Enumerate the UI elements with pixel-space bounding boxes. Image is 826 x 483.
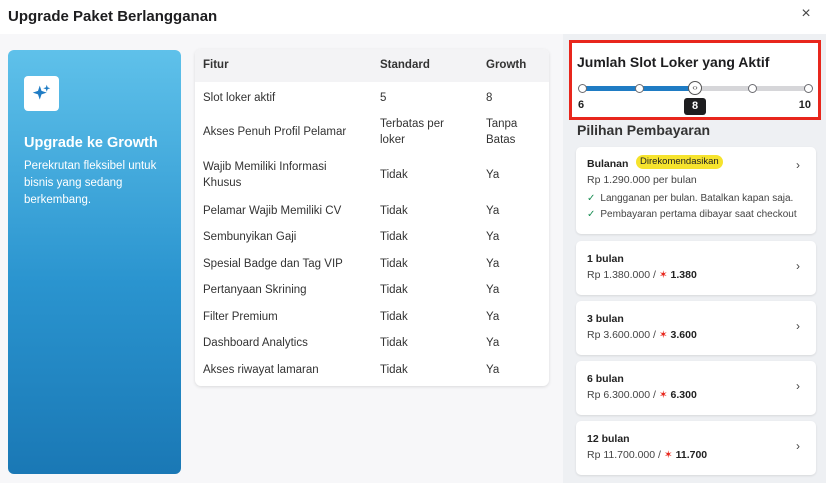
plan-name: 6 bulan <box>587 373 624 385</box>
slider-step-dot[interactable] <box>804 84 813 93</box>
star-icon: ✶ <box>658 389 668 401</box>
feature-name: Sembunyikan Gaji <box>203 231 297 243</box>
slider-value-label: 8 <box>684 98 706 115</box>
slot-slider-title: Jumlah Slot Loker yang Aktif <box>577 54 770 70</box>
feature-comparison-table: Fitur Standard Growth Slot loker aktif 5… <box>195 49 549 386</box>
plan-option-3-month[interactable]: 3 bulan Rp 3.600.000 / ✶ 3.600 › <box>576 301 816 355</box>
plan-price-text: Rp 3.600.000 / <box>587 329 656 341</box>
standard-value: Tidak <box>380 231 408 243</box>
standard-value: Tidak <box>380 337 408 349</box>
growth-value: Ya <box>486 169 500 181</box>
growth-value: Ya <box>486 205 500 217</box>
promo-title: Upgrade ke Growth <box>24 135 158 151</box>
recommended-badge: Direkomendasikan <box>636 155 723 169</box>
feature-name: Akses Penuh Profil Pelamar <box>203 126 347 138</box>
plan-name: 3 bulan <box>587 313 624 325</box>
chevron-right-icon: › <box>796 379 800 393</box>
modal-header: Upgrade Paket Berlangganan × <box>0 0 826 34</box>
growth-value: Ya <box>486 258 500 270</box>
check-icon: ✓ <box>587 209 596 220</box>
plan-price: Rp 11.700.000 / ✶ 11.700 <box>587 449 707 461</box>
standard-value: Tidak <box>380 205 408 217</box>
header-standard: Standard <box>380 59 430 71</box>
plan-price: Rp 3.600.000 / ✶ 3.600 <box>587 329 697 341</box>
feature-name: Spesial Badge dan Tag VIP <box>203 258 343 270</box>
standard-value: Tidak <box>380 258 408 270</box>
growth-value: Ya <box>486 337 500 349</box>
growth-value: Ya <box>486 364 500 376</box>
payment-options-title: Pilihan Pembayaran <box>577 122 711 138</box>
feature-name: Wajib Memiliki Informasi Khusus <box>203 161 327 189</box>
header-growth: Growth <box>486 59 527 71</box>
plan-option-1-month[interactable]: 1 bulan Rp 1.380.000 / ✶ 1.380 › <box>576 241 816 295</box>
slot-slider-section: Jumlah Slot Loker yang Aktif ‹› 6 8 10 <box>569 40 821 120</box>
growth-value: Ya <box>486 284 500 296</box>
plan-name: 12 bulan <box>587 433 630 445</box>
standard-value: Tidak <box>380 311 408 323</box>
growth-value: Ya <box>486 311 500 323</box>
plan-promo-price: 6.300 <box>670 389 697 401</box>
plan-price: Rp 6.300.000 / ✶ 6.300 <box>587 389 697 401</box>
plan-price-text: Rp 6.300.000 / <box>587 389 656 401</box>
growth-value: 8 <box>486 92 493 104</box>
feature-name: Pelamar Wajib Memiliki CV <box>203 205 342 217</box>
feature-name: Filter Premium <box>203 311 278 323</box>
growth-promo-card: Upgrade ke Growth Perekrutan fleksibel u… <box>8 50 181 474</box>
slider-step-dot[interactable] <box>578 84 587 93</box>
check-icon: ✓ <box>587 193 596 204</box>
plan-name: Bulanan <box>587 158 629 170</box>
feature-name: Dashboard Analytics <box>203 337 308 349</box>
feature-name: Slot loker aktif <box>203 92 276 104</box>
plan-price: Rp 1.380.000 / ✶ 1.380 <box>587 269 697 281</box>
sparkles-icon <box>24 76 59 111</box>
header-fitur: Fitur <box>203 59 229 71</box>
feature-name: Akses riwayat lamaran <box>203 364 319 376</box>
chevron-right-icon: › <box>796 259 800 273</box>
plan-perk: ✓ Pembayaran pertama dibayar saat checkou… <box>587 209 797 220</box>
slider-min-label: 6 <box>578 99 585 111</box>
close-icon[interactable]: × <box>796 4 816 24</box>
plan-name: 1 bulan <box>587 253 624 265</box>
chevron-right-icon: › <box>796 319 800 333</box>
standard-value: 5 <box>380 92 387 104</box>
standard-value: Terbatas per loker <box>380 118 444 146</box>
perk-text: Langganan per bulan. Batalkan kapan saja… <box>600 193 794 204</box>
slider-max-label: 10 <box>798 99 811 111</box>
growth-value: Ya <box>486 231 500 243</box>
promo-description: Perekrutan fleksibel untuk bisnis yang s… <box>24 160 157 206</box>
plan-price-text: Rp 11.700.000 / <box>587 449 661 461</box>
perk-text: Pembayaran pertama dibayar saat checkout <box>600 209 797 220</box>
plan-promo-price: 1.380 <box>670 269 697 281</box>
chevron-right-icon: › <box>796 439 800 453</box>
star-icon: ✶ <box>658 269 668 281</box>
plan-promo-price: 11.700 <box>675 449 708 461</box>
slider-thumb-icon[interactable]: ‹› <box>688 81 702 95</box>
plan-option-6-month[interactable]: 6 bulan Rp 6.300.000 / ✶ 6.300 › <box>576 361 816 415</box>
standard-value: Tidak <box>380 169 408 181</box>
modal-title: Upgrade Paket Berlangganan <box>8 8 218 25</box>
plan-perk: ✓ Langganan per bulan. Batalkan kapan saj… <box>587 193 793 204</box>
growth-value: Tanpa Batas <box>486 118 518 146</box>
plan-price-text: Rp 1.380.000 / <box>587 269 656 281</box>
plan-promo-price: 3.600 <box>670 329 697 341</box>
slider-step-dot[interactable] <box>634 84 644 93</box>
standard-value: Tidak <box>380 284 408 296</box>
plan-option-monthly[interactable]: Bulanan Direkomendasikan Rp 1.290.000 pe… <box>576 147 816 234</box>
plan-price: Rp 1.290.000 per bulan <box>587 174 697 186</box>
slot-slider-track[interactable]: ‹› <box>578 81 813 95</box>
chevron-right-icon: › <box>796 158 800 172</box>
feature-name: Pertanyaan Skrining <box>203 284 307 296</box>
slider-step-dot[interactable] <box>747 84 757 93</box>
star-icon: ✶ <box>663 449 673 461</box>
star-icon: ✶ <box>658 329 668 341</box>
plan-option-12-month[interactable]: 12 bulan Rp 11.700.000 / ✶ 11.700 › <box>576 421 816 475</box>
standard-value: Tidak <box>380 364 408 376</box>
table-header: Fitur Standard Growth <box>195 49 549 82</box>
